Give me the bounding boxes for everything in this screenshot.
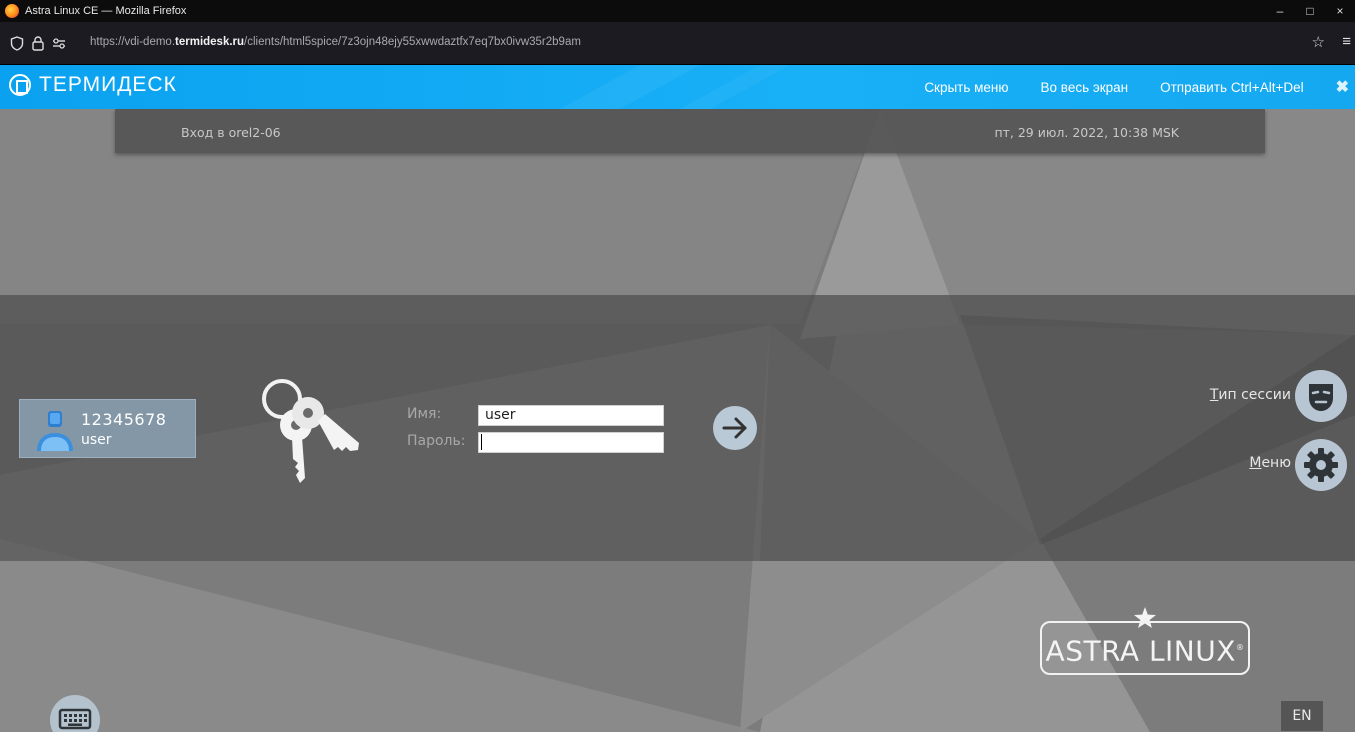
address-bar: https://vdi-demo.termidesk.ru/clients/ht… [0, 22, 1355, 65]
user-tile[interactable]: 12345678 user [19, 399, 196, 458]
termidesk-logo-text: ТЕРМИДЕСК [39, 73, 177, 96]
login-submit-button[interactable] [713, 406, 757, 450]
termidesk-logo-icon [9, 74, 31, 96]
keys-icon [262, 379, 359, 483]
close-session-icon[interactable]: ✖ [1336, 77, 1349, 97]
lock-icon[interactable] [32, 36, 44, 54]
login-band [0, 295, 1355, 561]
gear-icon [1304, 448, 1338, 482]
name-input[interactable]: user [478, 405, 664, 426]
language-indicator[interactable]: EN [1281, 701, 1323, 731]
permissions-icon[interactable] [52, 36, 66, 54]
password-label: Пароль: [407, 433, 466, 449]
remote-desktop: Вход в orel2-06 пт, 29 июл. 2022, 10:38 … [0, 109, 1355, 732]
host-title: Вход в orel2-06 [181, 125, 281, 140]
login-header-strip: Вход в orel2-06 пт, 29 июл. 2022, 10:38 … [115, 109, 1265, 153]
window-title: Astra Linux CE — Mozilla Firefox [25, 5, 187, 17]
astra-linux-logo: ASTRA LINUX® [1040, 621, 1250, 675]
fullscreen-button[interactable]: Во весь экран [1041, 80, 1129, 95]
menu-button[interactable] [1295, 439, 1347, 491]
window-controls: – □ × [1265, 0, 1355, 22]
shield-icon[interactable] [10, 36, 24, 54]
text-cursor [481, 434, 482, 450]
mask-icon [1309, 384, 1333, 411]
name-label: Имя: [407, 406, 442, 422]
url-field[interactable]: https://vdi-demo.termidesk.ru/clients/ht… [90, 36, 581, 48]
keyboard-icon [58, 708, 92, 730]
user-avatar-icon [37, 411, 73, 451]
band-decoration [0, 315, 1355, 561]
send-ctrl-alt-del-button[interactable]: Отправить Ctrl+Alt+Del [1160, 80, 1303, 95]
window-titlebar: Astra Linux CE — Mozilla Firefox – □ × [0, 0, 1355, 22]
virtual-keyboard-button[interactable] [50, 695, 100, 732]
termidesk-logo: ТЕРМИДЕСК [9, 73, 177, 97]
user-name: user [81, 432, 112, 448]
user-id: 12345678 [81, 410, 167, 429]
arrow-right-icon [722, 417, 747, 439]
menu-label[interactable]: Меню [1249, 455, 1291, 471]
session-type-button[interactable] [1295, 370, 1347, 422]
close-window-button[interactable]: × [1325, 0, 1355, 22]
minimize-button[interactable]: – [1265, 0, 1295, 22]
maximize-button[interactable]: □ [1295, 0, 1325, 22]
firefox-icon [5, 4, 19, 18]
datetime-label: пт, 29 июл. 2022, 10:38 MSK [994, 125, 1179, 140]
password-input[interactable] [478, 432, 664, 453]
hide-menu-button[interactable]: Скрыть меню [924, 80, 1008, 95]
menu-hamburger-icon[interactable]: ≡ [1342, 33, 1351, 50]
bookmark-star-icon[interactable]: ☆ [1312, 33, 1325, 51]
session-type-label[interactable]: Тип сессии [1210, 387, 1291, 403]
termidesk-toolbar: ТЕРМИДЕСК Скрыть меню Во весь экран Отпр… [0, 65, 1355, 109]
